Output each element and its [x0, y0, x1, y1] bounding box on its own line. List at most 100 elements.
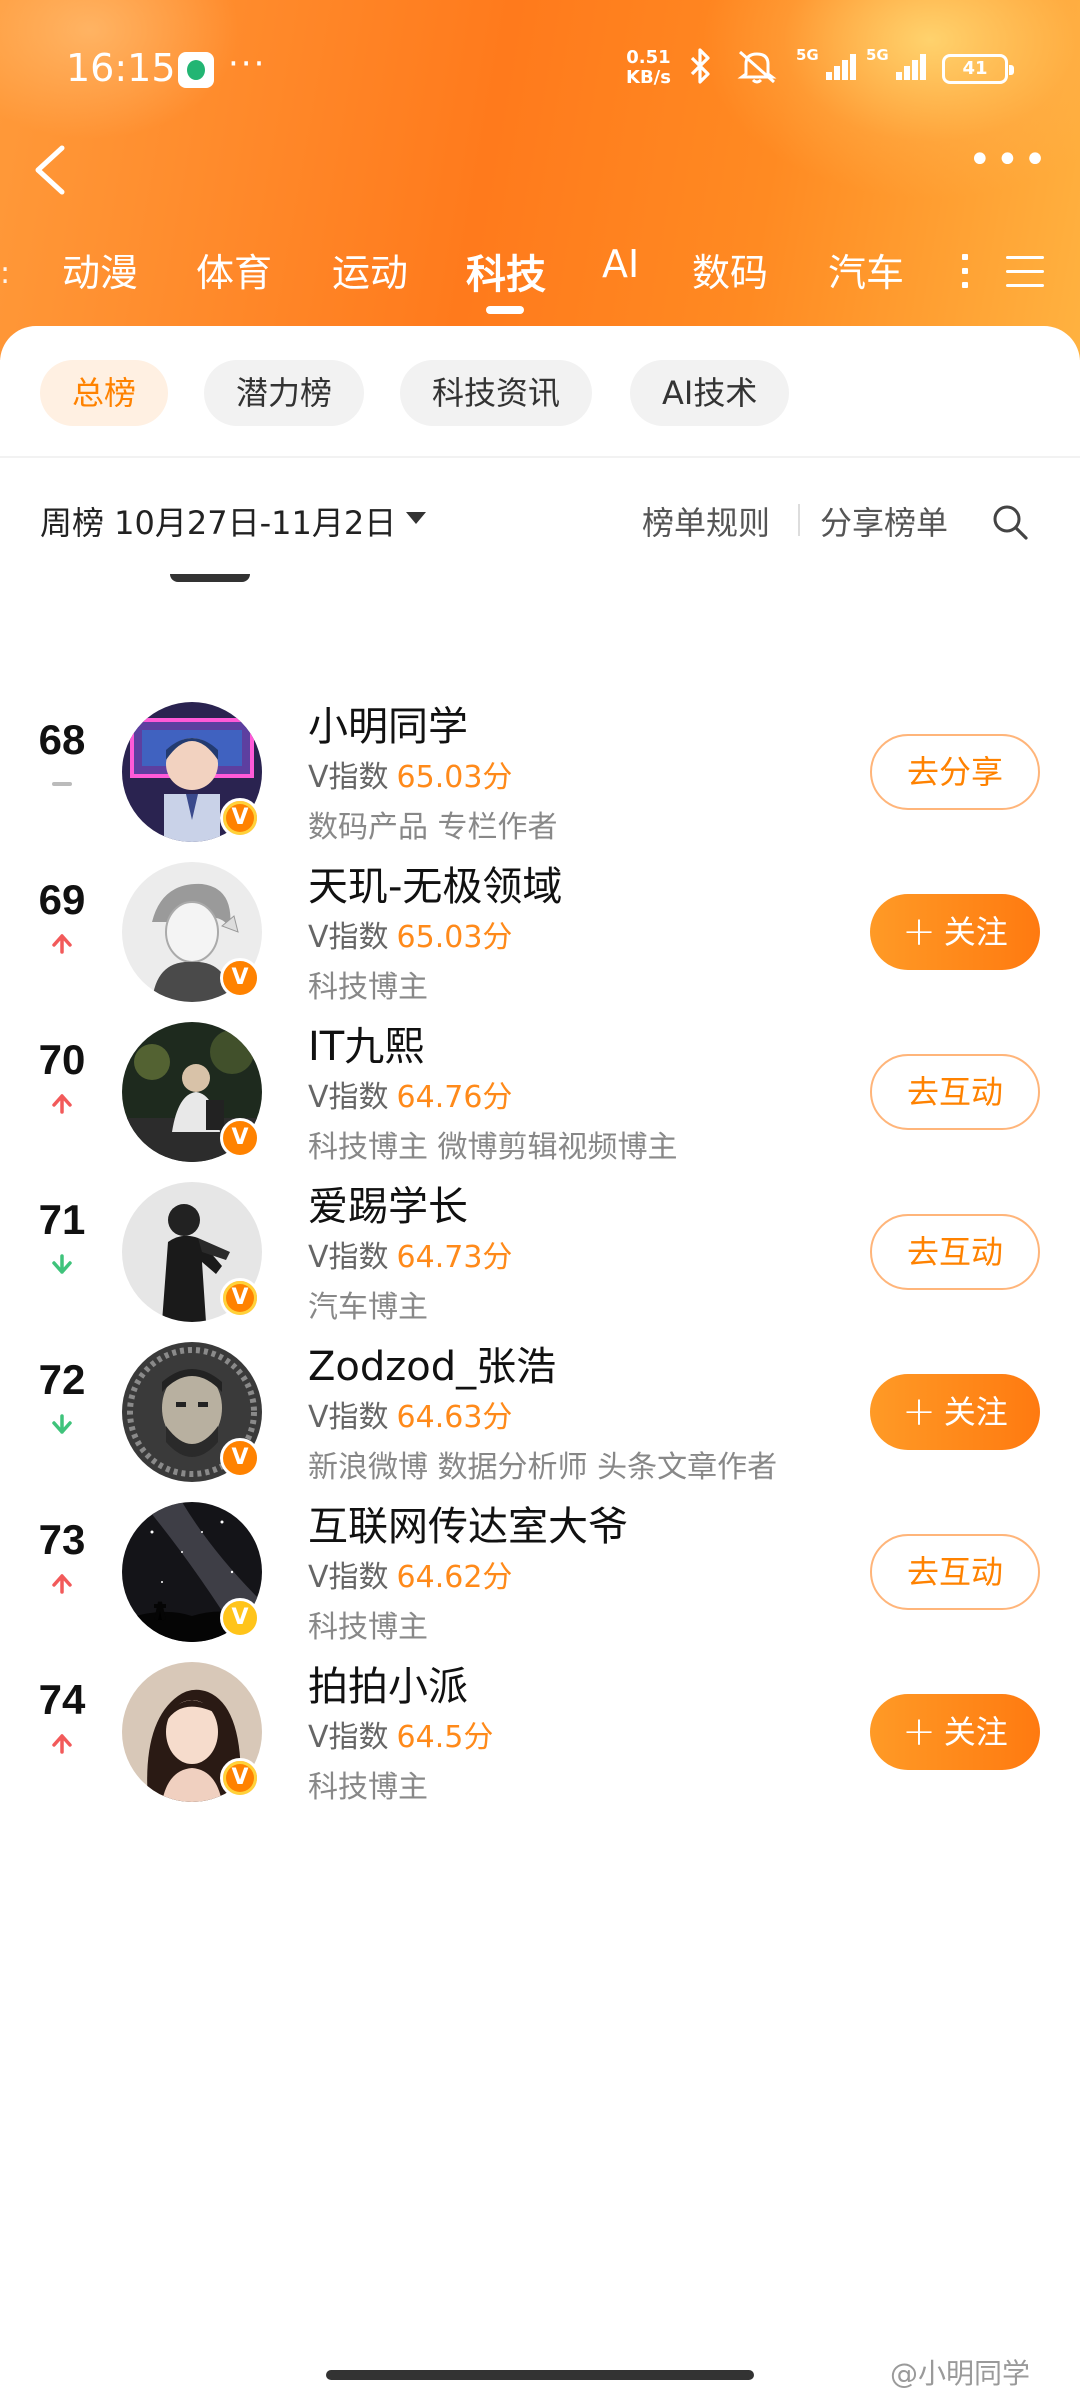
network-speed: 0.51 KB/s [626, 48, 671, 88]
v-index: V指数 64.63分 [308, 1392, 512, 1436]
plus-icon: + [902, 1709, 936, 1755]
rank-up-arrow-icon [52, 934, 72, 954]
signal-5g-icon-2: 5G [866, 46, 926, 80]
tab-ai[interactable]: AI [602, 242, 639, 286]
tab-technology[interactable]: 科技 [466, 242, 546, 300]
share-ranking-link[interactable]: 分享榜单 [820, 498, 948, 544]
list-item[interactable]: 73 V 互联网传达室大爷 V指数 64.62分 科技博主 去互动 [0, 1466, 1080, 1645]
interact-button[interactable]: 去互动 [870, 1214, 1040, 1290]
user-name[interactable]: 天玑-无极领域 [308, 854, 562, 912]
mute-bell-icon [737, 50, 777, 84]
filter-row: 周榜 10月27日-11月2日 榜单规则 分享榜单 [0, 490, 1080, 550]
v-index-score: 64.62分 [396, 1560, 513, 1595]
v-index: V指数 64.62分 [308, 1552, 512, 1596]
v-index: V指数 65.03分 [308, 912, 512, 956]
list-item[interactable]: 71 V 爱踢学长 V指数 64.73分 汽车博主 去互动 [0, 1146, 1080, 1325]
interact-button[interactable]: 去互动 [870, 1534, 1040, 1610]
list-item[interactable]: 72 V Zodzod_张浩 V指数 64.63分 新浪微博 数据分析师 头条文章… [0, 1306, 1080, 1485]
rank-number: 72 [38, 1356, 86, 1403]
v-index-label: V指数 [308, 1560, 389, 1595]
chevron-down-icon[interactable] [406, 512, 426, 524]
rank-down-arrow-icon [52, 1254, 72, 1274]
tab-menu-icon[interactable] [1006, 256, 1044, 288]
v-index-score: 64.73分 [396, 1240, 513, 1275]
search-icon[interactable] [990, 502, 1030, 542]
follow-button-label: 关注 [943, 1713, 1008, 1751]
rank-up-arrow-icon [52, 1094, 72, 1114]
svg-text:5G: 5G [866, 46, 889, 64]
more-notifications-icon: ··· [228, 44, 267, 84]
tab-digital[interactable]: 数码 [692, 242, 768, 297]
v-index: V指数 64.5分 [308, 1712, 493, 1756]
list-item[interactable]: 69 V 天玑-无极领域 V指数 65.03分 科技博主 + 关注 [0, 826, 1080, 1005]
v-index-label: V指数 [308, 760, 389, 795]
rank-up-arrow-icon [52, 1734, 72, 1754]
list-item[interactable]: 68 V 小明同学 V指数 65.03分 数码产品 专栏作者 去分享 [0, 666, 1080, 845]
user-name[interactable]: IT九熙 [308, 1014, 424, 1072]
list-item[interactable]: 74 V 拍拍小派 V指数 64.5分 科技博主 + 关注 [0, 1626, 1080, 1805]
v-index: V指数 65.03分 [308, 752, 512, 796]
user-name[interactable]: Zodzod_张浩 [308, 1334, 556, 1392]
user-tags: 科技博主 [308, 1770, 428, 1805]
app-notification-icon [178, 52, 214, 88]
interact-button[interactable]: 去互动 [870, 1054, 1040, 1130]
network-speed-unit: KB/s [626, 67, 671, 88]
rank-number: 71 [38, 1196, 86, 1243]
tab-sports[interactable]: 体育 [196, 242, 272, 297]
v-index-score: 65.03分 [396, 760, 513, 795]
rank-number: 73 [38, 1516, 86, 1563]
rank-number: 69 [38, 876, 86, 923]
v-index-score: 65.03分 [396, 920, 513, 955]
tab-auto[interactable]: 汽车 [828, 242, 904, 297]
rank-number: 68 [38, 716, 86, 763]
previous-row-remnant [170, 574, 250, 582]
signal-5g-icon-1: 5G [796, 46, 856, 80]
subtab-potential[interactable]: 潜力榜 [204, 360, 365, 426]
ranking-panel: 总榜 潜力榜 科技资讯 AI技术 周榜 10月27日-11月2日 榜单规则 分享… [0, 326, 1080, 2400]
status-time: 16:15 [66, 46, 176, 90]
subtab-tech-news[interactable]: 科技资讯 [400, 360, 593, 426]
v-index-label: V指数 [308, 1400, 389, 1435]
tab-anime[interactable]: 动漫 [62, 242, 138, 297]
bluetooth-icon [690, 48, 710, 84]
back-arrow-icon[interactable] [26, 140, 76, 200]
list-item[interactable]: 70 V IT九熙 V指数 64.76分 科技博主 微博剪辑视频博主 去互动 [0, 986, 1080, 1165]
subtab-overall[interactable]: 总榜 [40, 360, 169, 426]
svg-text:5G: 5G [796, 46, 819, 64]
v-index: V指数 64.73分 [308, 1232, 512, 1276]
battery-indicator: 41 [942, 54, 1014, 84]
watermark: @小明同学 [890, 2357, 1031, 2390]
week-selector[interactable]: 周榜 10月27日-11月2日 [40, 498, 396, 544]
follow-button[interactable]: + 关注 [870, 894, 1040, 970]
v-index-label: V指数 [308, 920, 389, 955]
subtab-ai-tech[interactable]: AI技术 [630, 360, 790, 426]
v-index-score: 64.5分 [396, 1720, 494, 1755]
user-name[interactable]: 互联网传达室大爷 [308, 1494, 628, 1552]
status-bar: 16:15 ··· 0.51 KB/s 5G 5G 41 [0, 40, 1080, 100]
v-index-label: V指数 [308, 1720, 389, 1755]
more-options-icon[interactable]: ••• [968, 140, 1047, 190]
v-index-label: V指数 [308, 1240, 389, 1275]
separator [798, 504, 800, 536]
tab-exercise[interactable]: 运动 [332, 242, 408, 297]
home-indicator[interactable] [326, 2370, 754, 2380]
follow-button-label: 关注 [943, 1393, 1008, 1431]
share-button[interactable]: 去分享 [870, 734, 1040, 810]
v-index-score: 64.63分 [396, 1400, 513, 1435]
user-name[interactable]: 小明同学 [308, 694, 468, 752]
follow-button[interactable]: + 关注 [870, 1694, 1040, 1770]
rank-unchanged-icon [52, 782, 72, 786]
v-index: V指数 64.76分 [308, 1072, 512, 1116]
user-name[interactable]: 爱踢学长 [308, 1174, 468, 1232]
follow-button[interactable]: + 关注 [870, 1374, 1040, 1450]
rank-up-arrow-icon [52, 1574, 72, 1594]
v-index-score: 64.76分 [396, 1080, 513, 1115]
category-tabs: : 动漫 体育 运动 科技 AI 数码 汽车 [0, 236, 1080, 316]
previous-tab-fragment[interactable]: : [0, 256, 10, 291]
ranking-rules-link[interactable]: 榜单规则 [642, 498, 770, 544]
rank-number: 74 [38, 1676, 86, 1723]
follow-button-label: 关注 [943, 913, 1008, 951]
divider [0, 456, 1080, 458]
user-name[interactable]: 拍拍小派 [308, 1654, 468, 1712]
verified-badge-icon: V [220, 1758, 260, 1798]
